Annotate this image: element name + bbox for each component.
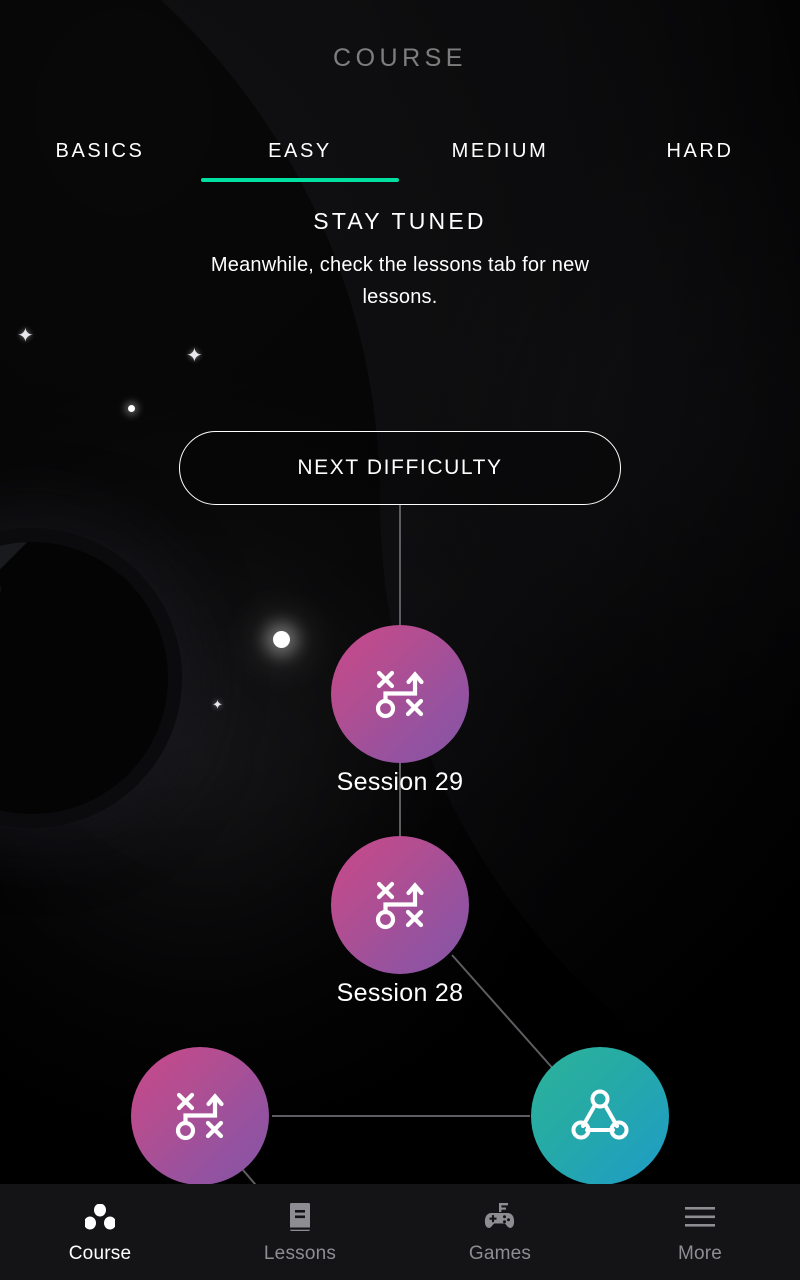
book-icon — [287, 1200, 313, 1234]
next-difficulty-label: NEXT DIFFICULTY — [297, 456, 503, 479]
tab-label: MEDIUM — [451, 140, 549, 162]
nav-label-more: More — [677, 1242, 723, 1264]
nav-label-games: Games — [468, 1242, 532, 1264]
star-glow-icon — [273, 631, 290, 648]
nav-label-course: Course — [68, 1242, 132, 1264]
planet-decoration — [0, 528, 182, 828]
session-node-29-label: Session 29 — [336, 768, 464, 796]
tactics-playbook-icon — [375, 881, 424, 930]
tab-underline-active — [201, 178, 399, 182]
tab-underline — [601, 178, 799, 182]
stay-tuned-banner: STAY TUNED Meanwhile, check the lessons … — [0, 208, 800, 313]
star-sparkle-icon: ✦ — [186, 345, 203, 367]
tab-label: EASY — [268, 140, 332, 162]
tab-basics[interactable]: BASICS — [0, 140, 200, 182]
banner-subtitle: Meanwhile, check the lessons tab for new… — [210, 254, 590, 308]
bottom-navigation: Course Lessons Games More — [0, 1184, 800, 1280]
star-sparkle-icon: ✦ — [212, 697, 223, 712]
session-node-3[interactable] — [131, 1047, 269, 1185]
session-node-29[interactable] — [331, 625, 469, 763]
tab-underline — [401, 178, 599, 182]
tab-underline — [1, 178, 199, 182]
hamburger-icon — [684, 1200, 716, 1234]
nav-label-lessons: Lessons — [263, 1242, 337, 1264]
session-node-4[interactable] — [531, 1047, 669, 1185]
gamepad-icon — [483, 1200, 517, 1234]
session-node-28-label: Session 28 — [336, 979, 464, 1007]
nav-item-lessons[interactable]: Lessons — [200, 1184, 400, 1280]
tab-label: HARD — [666, 140, 734, 162]
tab-label: BASICS — [55, 140, 145, 162]
nav-item-games[interactable]: Games — [400, 1184, 600, 1280]
tactics-playbook-icon — [375, 670, 424, 719]
star-dot-icon — [128, 405, 135, 412]
tab-hard[interactable]: HARD — [600, 140, 800, 182]
course-screen: ✦ ✦ ✦ COURSE BASICS EASY MEDIUM HARD STA… — [0, 0, 800, 1280]
network-triangle-icon — [571, 1089, 629, 1140]
session-node-28[interactable] — [331, 836, 469, 974]
tab-easy[interactable]: EASY — [200, 140, 400, 182]
tab-medium[interactable]: MEDIUM — [400, 140, 600, 182]
tactics-playbook-icon — [175, 1092, 224, 1141]
three-dots-icon — [85, 1200, 115, 1234]
difficulty-tabs: BASICS EASY MEDIUM HARD — [0, 140, 800, 182]
next-difficulty-button[interactable]: NEXT DIFFICULTY — [179, 431, 621, 505]
page-title: COURSE — [333, 44, 467, 72]
banner-title: STAY TUNED — [313, 208, 487, 234]
star-sparkle-icon: ✦ — [17, 325, 34, 347]
nav-item-more[interactable]: More — [600, 1184, 800, 1280]
nav-item-course[interactable]: Course — [0, 1184, 200, 1280]
